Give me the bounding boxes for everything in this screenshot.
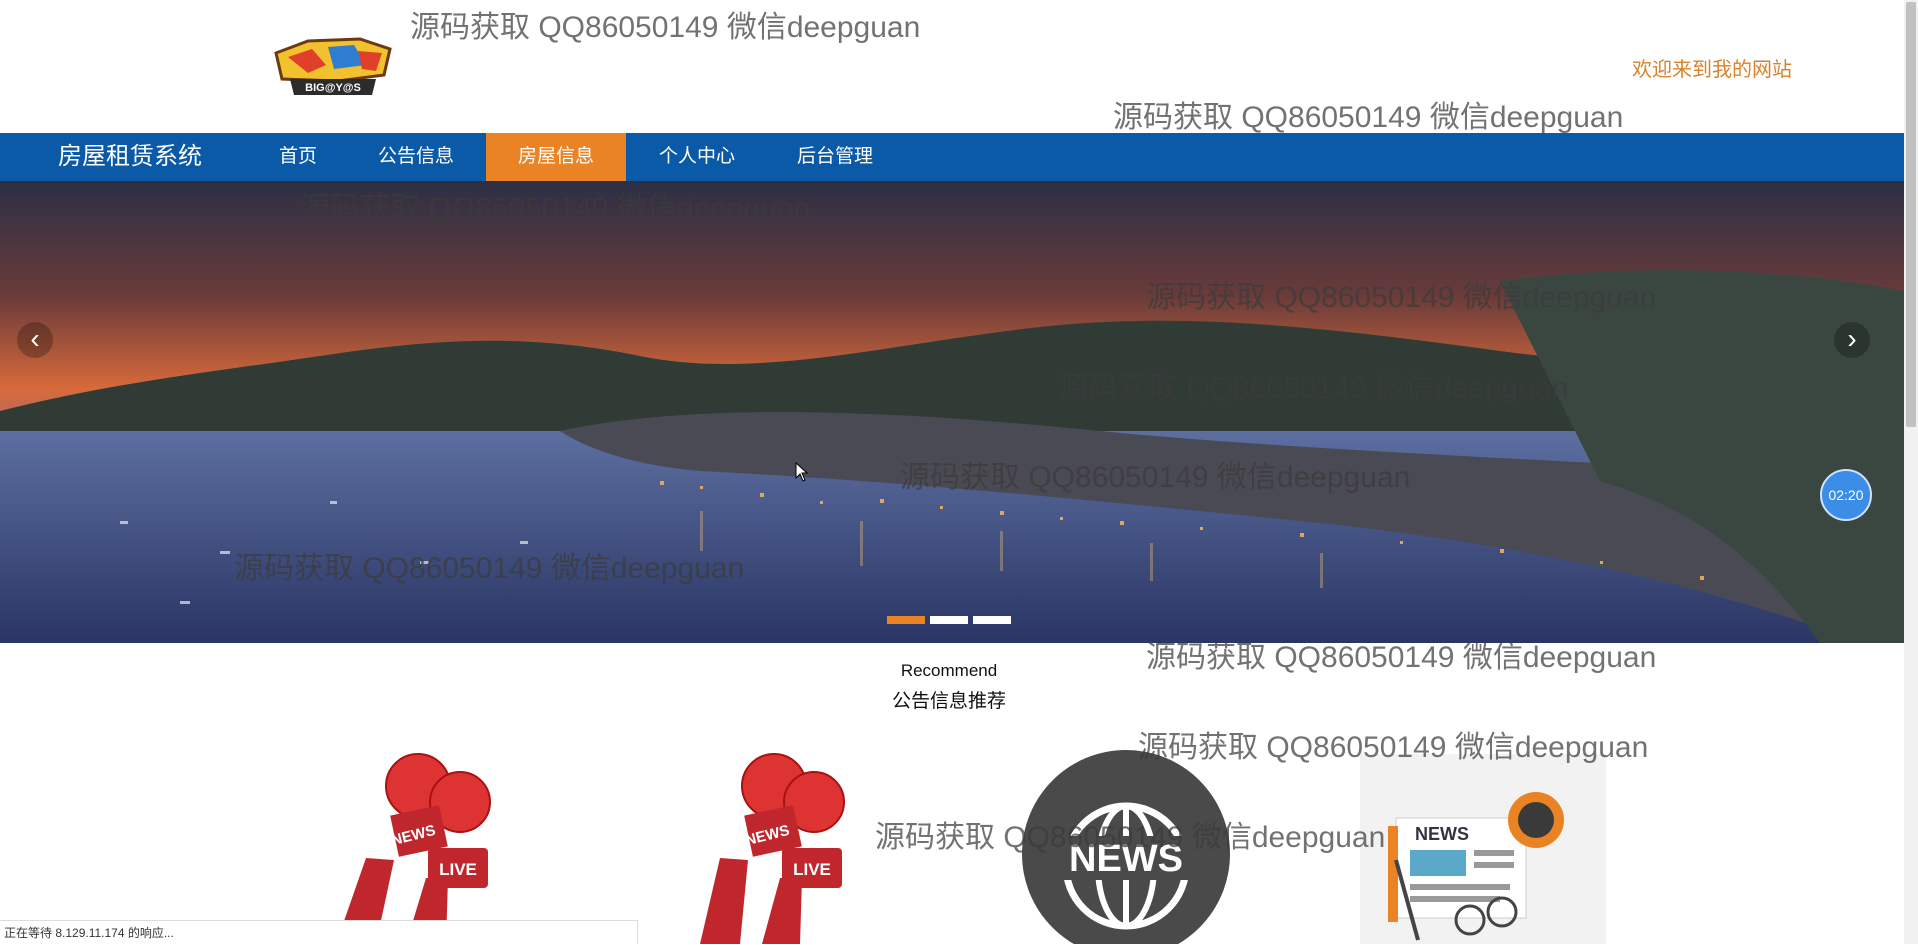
card-label: NEWS bbox=[1069, 838, 1183, 880]
carousel-indicator[interactable] bbox=[930, 616, 968, 624]
mouse-cursor-icon bbox=[795, 461, 809, 487]
top-header: BIG@Y@S 欢迎来到我的网站 bbox=[0, 0, 1904, 133]
news-card[interactable]: NEWS LIVE bbox=[336, 748, 516, 944]
carousel-indicators bbox=[887, 616, 1016, 624]
welcome-text: 欢迎来到我的网站 bbox=[1632, 59, 1792, 81]
scrollbar-thumb[interactable] bbox=[1906, 2, 1916, 427]
nav-item-announcements[interactable]: 公告信息 bbox=[346, 133, 486, 181]
carousel-banner[interactable]: ‹ › bbox=[0, 181, 1904, 643]
carousel-indicator[interactable] bbox=[887, 616, 925, 624]
news-card[interactable]: NEWS bbox=[1022, 748, 1232, 944]
card-label: NEWS bbox=[1415, 824, 1469, 844]
carousel-prev-button[interactable]: ‹ bbox=[17, 322, 53, 358]
carousel-indicator[interactable] bbox=[973, 616, 1011, 624]
chevron-left-icon: ‹ bbox=[30, 323, 40, 354]
card-badge: LIVE bbox=[439, 860, 477, 879]
news-card[interactable]: NEWS bbox=[1360, 754, 1606, 944]
recommend-title-cn: 公告信息推荐 bbox=[891, 691, 1006, 712]
news-globe-icon: NEWS bbox=[1022, 750, 1230, 944]
newspaper-coffee-glasses-icon: NEWS bbox=[1388, 792, 1564, 941]
nav-item-houses[interactable]: 房屋信息 bbox=[486, 133, 626, 181]
news-card[interactable]: NEWS LIVE bbox=[690, 748, 870, 944]
recommend-title-en: Recommend bbox=[900, 661, 998, 680]
main-nav: 房屋租赁系统 首页 公告信息 房屋信息 个人中心 后台管理 bbox=[0, 133, 1904, 181]
nav-item-home[interactable]: 首页 bbox=[250, 133, 346, 181]
nav-item-profile[interactable]: 个人中心 bbox=[626, 133, 768, 181]
chevron-right-icon: › bbox=[1847, 323, 1857, 354]
timer-badge[interactable]: 02:20 bbox=[1820, 469, 1872, 521]
card-badge: LIVE bbox=[793, 860, 831, 879]
news-live-microphone-icon: NEWS LIVE bbox=[336, 753, 491, 944]
coastal-town-photo bbox=[0, 181, 1904, 643]
site-logo[interactable]: BIG@Y@S bbox=[268, 35, 398, 101]
carousel-next-button[interactable]: › bbox=[1834, 322, 1870, 358]
nav-item-admin[interactable]: 后台管理 bbox=[768, 133, 902, 181]
news-live-microphone-icon: NEWS LIVE bbox=[700, 753, 845, 944]
site-title[interactable]: 房屋租赁系统 bbox=[58, 133, 202, 181]
browser-status-bar: 正在等待 8.129.11.174 的响应... bbox=[0, 920, 638, 944]
logo-text: BIG@Y@S bbox=[305, 82, 361, 94]
